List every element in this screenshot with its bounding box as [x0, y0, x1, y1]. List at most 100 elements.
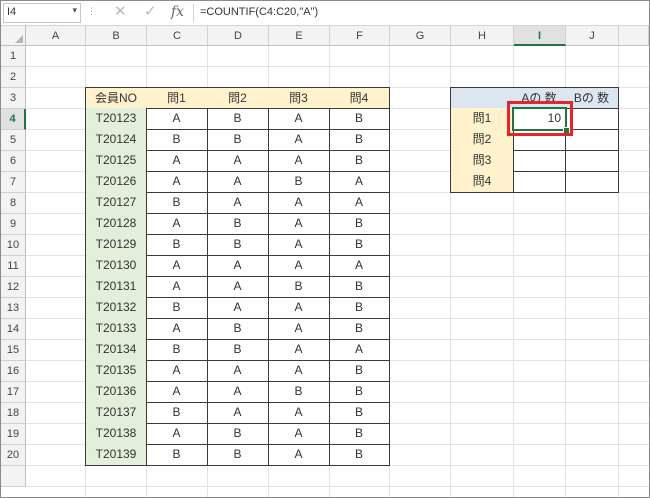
- answer-cell[interactable]: B: [268, 171, 330, 193]
- question-header[interactable]: 問3: [268, 87, 330, 109]
- answer-cell[interactable]: B: [329, 150, 390, 172]
- member-id-cell[interactable]: T20137: [85, 402, 147, 424]
- count-cell[interactable]: [565, 129, 619, 151]
- question-header[interactable]: 問4: [329, 87, 390, 109]
- member-id-cell[interactable]: T20134: [85, 339, 147, 361]
- row-header-6[interactable]: 6: [1, 151, 26, 172]
- member-id-cell[interactable]: T20127: [85, 192, 147, 214]
- row-header-20[interactable]: 20: [1, 445, 26, 466]
- column-header-d[interactable]: D: [208, 26, 269, 46]
- row-header-11[interactable]: 11: [1, 256, 26, 277]
- column-header-b[interactable]: B: [86, 26, 147, 46]
- answer-cell[interactable]: B: [268, 381, 330, 403]
- answer-cell[interactable]: A: [329, 255, 390, 277]
- answer-cell[interactable]: A: [329, 171, 390, 193]
- column-header-h[interactable]: H: [451, 26, 514, 46]
- answer-cell[interactable]: B: [329, 318, 390, 340]
- answer-cell[interactable]: B: [207, 234, 269, 256]
- answer-cell[interactable]: B: [329, 276, 390, 298]
- column-header-e[interactable]: E: [269, 26, 330, 46]
- member-id-cell[interactable]: T20138: [85, 423, 147, 445]
- row-header-16[interactable]: 16: [1, 361, 26, 382]
- count-cell[interactable]: [565, 150, 619, 172]
- answer-cell[interactable]: B: [329, 381, 390, 403]
- answer-cell[interactable]: A: [146, 423, 208, 445]
- member-id-cell[interactable]: T20135: [85, 360, 147, 382]
- answer-cell[interactable]: A: [268, 360, 330, 382]
- row-header-13[interactable]: 13: [1, 298, 26, 319]
- answer-cell[interactable]: B: [329, 234, 390, 256]
- count-cell[interactable]: [513, 150, 566, 172]
- answer-cell[interactable]: A: [329, 339, 390, 361]
- member-id-cell[interactable]: T20128: [85, 213, 147, 235]
- answer-cell[interactable]: B: [146, 339, 208, 361]
- answer-cell[interactable]: A: [268, 297, 330, 319]
- answer-cell[interactable]: B: [329, 213, 390, 235]
- answer-cell[interactable]: A: [146, 150, 208, 172]
- count-cell[interactable]: [565, 171, 619, 193]
- answer-cell[interactable]: A: [268, 150, 330, 172]
- column-header-g[interactable]: G: [390, 26, 451, 46]
- answer-cell[interactable]: A: [146, 255, 208, 277]
- answer-cell[interactable]: B: [207, 213, 269, 235]
- answer-cell[interactable]: B: [146, 444, 208, 466]
- count-header[interactable]: Bの 数: [565, 87, 619, 109]
- answer-cell[interactable]: A: [268, 444, 330, 466]
- row-header-15[interactable]: 15: [1, 340, 26, 361]
- answer-cell[interactable]: A: [146, 276, 208, 298]
- count-cell[interactable]: 10: [513, 108, 566, 130]
- row-header-18[interactable]: 18: [1, 403, 26, 424]
- name-box[interactable]: I4 ▾: [3, 3, 81, 23]
- select-all-button[interactable]: [1, 26, 26, 46]
- answer-cell[interactable]: A: [146, 381, 208, 403]
- member-id-cell[interactable]: T20139: [85, 444, 147, 466]
- drag-handle-icon[interactable]: ⋮: [87, 6, 96, 17]
- answer-cell[interactable]: B: [146, 192, 208, 214]
- member-id-cell[interactable]: T20136: [85, 381, 147, 403]
- answer-cell[interactable]: B: [146, 297, 208, 319]
- answer-cell[interactable]: A: [146, 360, 208, 382]
- row-header-8[interactable]: 8: [1, 193, 26, 214]
- member-id-cell[interactable]: T20123: [85, 108, 147, 130]
- answer-cell[interactable]: A: [146, 318, 208, 340]
- answer-cell[interactable]: A: [329, 192, 390, 214]
- row-header-1[interactable]: 1: [1, 46, 26, 67]
- member-id-cell[interactable]: T20129: [85, 234, 147, 256]
- row-header-5[interactable]: 5: [1, 130, 26, 151]
- answer-cell[interactable]: A: [268, 234, 330, 256]
- answer-cell[interactable]: A: [207, 192, 269, 214]
- answer-cell[interactable]: A: [207, 381, 269, 403]
- formula-input[interactable]: =COUNTIF(C4:C20,"A"): [200, 6, 318, 18]
- cancel-icon[interactable]: ✕: [114, 3, 127, 21]
- count-cell[interactable]: [513, 129, 566, 151]
- member-id-cell[interactable]: T20133: [85, 318, 147, 340]
- member-id-cell[interactable]: T20130: [85, 255, 147, 277]
- answer-cell[interactable]: B: [329, 402, 390, 424]
- member-id-cell[interactable]: T20132: [85, 297, 147, 319]
- answer-cell[interactable]: B: [329, 297, 390, 319]
- answer-cell[interactable]: A: [146, 213, 208, 235]
- insert-function-icon[interactable]: fx: [171, 3, 184, 21]
- question-label-cell[interactable]: 問1: [450, 108, 514, 130]
- answer-cell[interactable]: B: [268, 276, 330, 298]
- answer-cell[interactable]: B: [207, 444, 269, 466]
- row-header-12[interactable]: 12: [1, 277, 26, 298]
- row-header-3[interactable]: 3: [1, 88, 26, 109]
- count-cell[interactable]: [565, 108, 619, 130]
- question-label-cell[interactable]: 問4: [450, 171, 514, 193]
- row-header-19[interactable]: 19: [1, 424, 26, 445]
- row-header-10[interactable]: 10: [1, 235, 26, 256]
- row-header-7[interactable]: 7: [1, 172, 26, 193]
- answer-cell[interactable]: B: [207, 339, 269, 361]
- answer-cell[interactable]: A: [207, 276, 269, 298]
- row-header-4[interactable]: 4: [1, 109, 26, 130]
- answer-cell[interactable]: A: [268, 108, 330, 130]
- question-header[interactable]: 問2: [207, 87, 269, 109]
- answer-cell[interactable]: B: [329, 444, 390, 466]
- column-header-a[interactable]: A: [26, 26, 86, 46]
- answer-cell[interactable]: A: [268, 318, 330, 340]
- answer-cell[interactable]: A: [268, 423, 330, 445]
- answer-cell[interactable]: A: [146, 171, 208, 193]
- answer-cell[interactable]: A: [268, 339, 330, 361]
- answer-cell[interactable]: A: [207, 297, 269, 319]
